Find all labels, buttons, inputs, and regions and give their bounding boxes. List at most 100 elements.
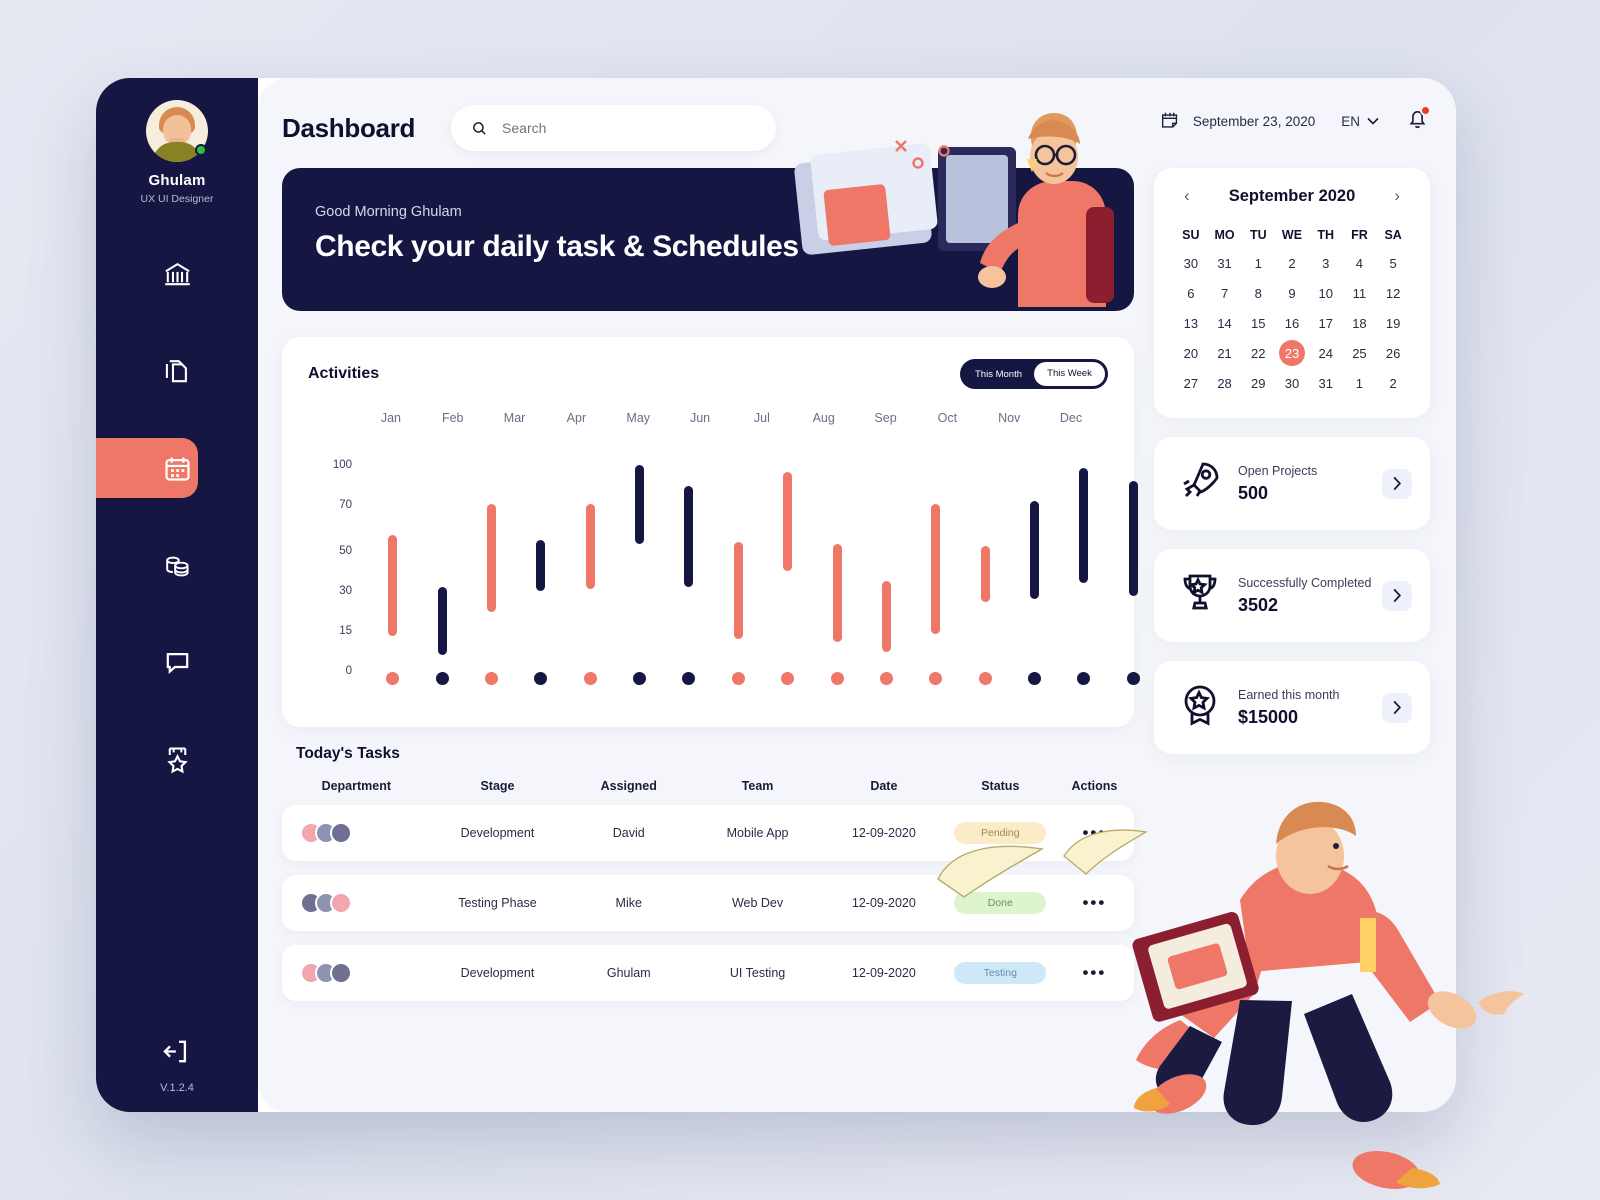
calendar-day[interactable]: 20 <box>1174 338 1208 368</box>
stat-text: Earned this month $15000 <box>1238 688 1382 728</box>
row-team: UI Testing <box>729 966 786 980</box>
calendar-day[interactable]: 31 <box>1309 368 1343 398</box>
calendar-day[interactable]: 27 <box>1174 368 1208 398</box>
calendar-day[interactable]: 24 <box>1309 338 1343 368</box>
search-box[interactable] <box>451 105 777 151</box>
calendar-day[interactable]: 4 <box>1343 248 1377 278</box>
row-actions[interactable]: ••• <box>1055 823 1134 843</box>
table-row[interactable]: Testing Phase Mike Web Dev 12-09-2020 Done ••… <box>282 875 1134 931</box>
calendar-day[interactable]: 16 <box>1275 308 1309 338</box>
search-input[interactable] <box>502 120 757 136</box>
banner-illustration <box>794 113 1114 307</box>
calendar-day[interactable]: 19 <box>1376 308 1410 338</box>
calendar-day[interactable]: 21 <box>1208 338 1242 368</box>
logout-button[interactable] <box>161 1036 192 1072</box>
calendar-day[interactable]: 13 <box>1174 308 1208 338</box>
activities-title: Activities <box>308 365 380 382</box>
activities-range-toggle[interactable]: This Month This Week <box>960 359 1108 389</box>
calendar-day[interactable]: 9 <box>1275 278 1309 308</box>
user-role: UX UI Designer <box>140 193 214 205</box>
table-row[interactable]: Development Ghulam UI Testing 12-09-2020 Tes… <box>282 945 1134 1001</box>
row-status: Done <box>946 892 1055 914</box>
sidebar-item-calendar[interactable] <box>96 435 258 501</box>
chart-baseline-dot <box>1028 672 1042 685</box>
calendar-day[interactable]: 10 <box>1309 278 1343 308</box>
toggle-this-month[interactable]: This Month <box>963 369 1034 380</box>
calendar-day[interactable]: 15 <box>1241 308 1275 338</box>
chart-bar <box>980 546 990 602</box>
calendar-day[interactable]: 2 <box>1275 248 1309 278</box>
more-actions-icon[interactable]: ••• <box>1082 823 1106 842</box>
chart-month-label: Jun <box>689 411 711 425</box>
calendar-prev-button[interactable]: ‹ <box>1180 186 1194 206</box>
calendar-next-button[interactable]: › <box>1390 186 1404 206</box>
notifications-button[interactable] <box>1405 105 1431 136</box>
stat-card-open-projects[interactable]: Open Projects 500 <box>1154 437 1430 530</box>
calendar-day[interactable]: 28 <box>1208 368 1242 398</box>
sidebar-bottom: V.1.2.4 <box>160 1036 194 1112</box>
row-assigned: Mike <box>615 896 642 910</box>
search-icon <box>473 121 486 135</box>
stat-chevron-button[interactable] <box>1382 692 1412 723</box>
chart-month-label: Sep <box>874 411 897 425</box>
calendar-day[interactable]: 26 <box>1376 338 1410 368</box>
calendar-day[interactable]: 3 <box>1309 248 1343 278</box>
calendar-widget: ‹ September 2020 › SU MO TU WE TH FR SA 30 31 1 2 3… <box>1154 168 1430 418</box>
sidebar-item-documents[interactable] <box>96 338 258 404</box>
calendar-day[interactable]: 22 <box>1241 338 1275 368</box>
status-badge: Testing <box>954 962 1047 984</box>
calendar-day[interactable]: 6 <box>1174 278 1208 308</box>
calendar-day[interactable]: 18 <box>1343 308 1377 338</box>
chat-icon <box>166 652 188 674</box>
calendar-day[interactable]: 30 <box>1275 368 1309 398</box>
row-assigned: Ghulam <box>606 966 651 980</box>
sidebar-item-bank[interactable] <box>96 241 258 307</box>
row-actions[interactable]: ••• <box>1055 893 1134 913</box>
stat-label: Open Projects <box>1238 463 1318 478</box>
calendar-day[interactable]: 30 <box>1174 248 1208 278</box>
calendar-day[interactable]: 1 <box>1241 248 1275 278</box>
row-status: Testing <box>946 962 1055 984</box>
sidebar-item-medal[interactable] <box>96 726 258 792</box>
stat-text: Open Projects 500 <box>1238 464 1382 504</box>
sidebar-item-chat[interactable] <box>96 629 258 695</box>
more-actions-icon[interactable]: ••• <box>1082 963 1106 982</box>
calendar-day[interactable]: 25 <box>1343 338 1377 368</box>
chart-baseline-dot <box>879 672 893 685</box>
calendar-day[interactable]: 2 <box>1376 368 1410 398</box>
language-selector[interactable]: EN <box>1341 114 1379 129</box>
calendar-day[interactable]: 11 <box>1343 278 1377 308</box>
calendar-day[interactable]: 1 <box>1343 368 1377 398</box>
stat-card-completed[interactable]: Successfully Completed 3502 <box>1154 549 1430 642</box>
sidebar-item-coins[interactable] <box>96 532 258 598</box>
stat-chevron-button[interactable] <box>1382 580 1412 611</box>
calendar-day[interactable]: 23 <box>1275 338 1309 368</box>
chart-bar <box>733 541 743 639</box>
calendar-day[interactable]: 7 <box>1208 278 1242 308</box>
chart-baseline-dot <box>633 672 647 685</box>
calendar-day[interactable]: 12 <box>1376 278 1410 308</box>
stat-chevron-button[interactable] <box>1382 468 1412 499</box>
row-actions[interactable]: ••• <box>1055 963 1134 983</box>
calendar-day[interactable]: 5 <box>1376 248 1410 278</box>
header-right-controls: September 23, 2020 EN <box>1159 105 1431 136</box>
avatar[interactable] <box>146 100 208 162</box>
chart-baseline-dot <box>583 672 597 685</box>
more-actions-icon[interactable]: ••• <box>1082 893 1106 912</box>
calendar-day[interactable]: 14 <box>1208 308 1242 338</box>
stat-card-earned[interactable]: Earned this month $15000 <box>1154 661 1430 754</box>
calendar-day[interactable]: 17 <box>1309 308 1343 338</box>
chart-month-label: Feb <box>441 411 464 425</box>
calendar-day[interactable]: 29 <box>1241 368 1275 398</box>
toggle-this-week[interactable]: This Week <box>1034 362 1105 386</box>
medal-icon <box>166 746 188 773</box>
stat-value: $15000 <box>1238 706 1299 727</box>
app-window: Ghulam UX UI Designer V.1.2.4 September … <box>96 78 1456 1112</box>
calendar-day[interactable]: 31 <box>1208 248 1242 278</box>
calendar-month-label: September 2020 <box>1228 186 1356 205</box>
row-avatars <box>282 892 431 914</box>
table-row[interactable]: Development David Mobile App 12-09-2020 Pend… <box>282 805 1134 861</box>
calendar-day[interactable]: 8 <box>1241 278 1275 308</box>
chart-month-label: Mar <box>503 411 526 425</box>
chart-y-axis: 100 70 50 30 15 0 <box>308 439 352 679</box>
